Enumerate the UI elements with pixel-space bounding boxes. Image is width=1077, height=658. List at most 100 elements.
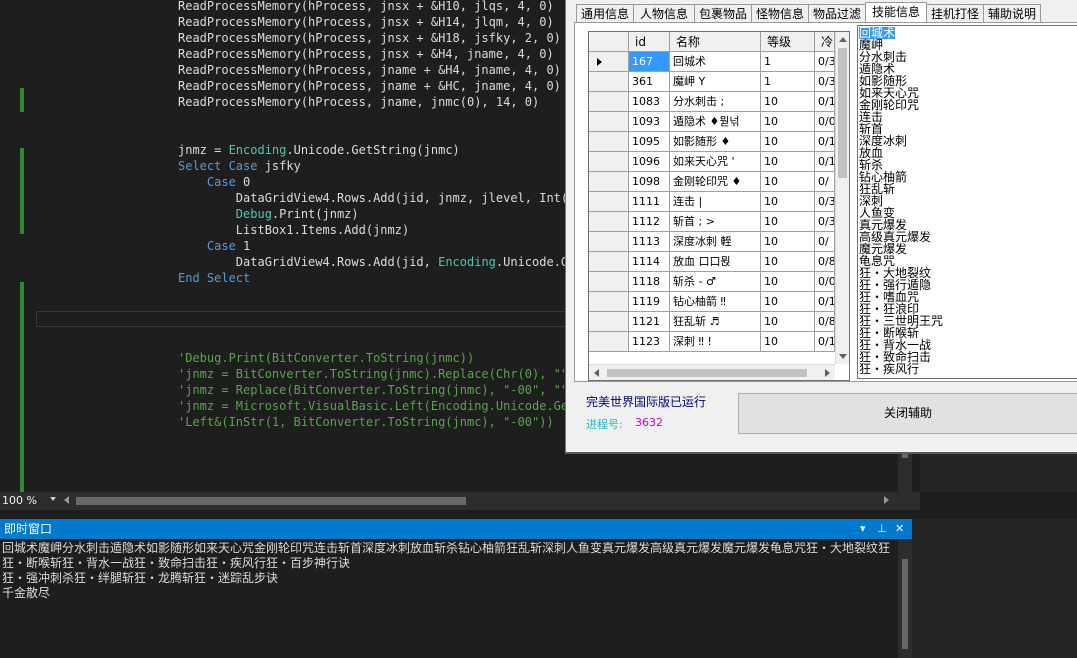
zoom-level[interactable]: 100 % <box>2 493 37 509</box>
grid-cell-name[interactable]: 钻心柚箭 ‼ <box>670 292 761 312</box>
grid-cell-id[interactable]: 1121 <box>629 312 670 332</box>
grid-cell-cd[interactable]: 0/3 <box>815 192 835 212</box>
grid-cell-level[interactable]: 10 <box>761 172 815 192</box>
skill-listbox[interactable]: 回城术 魔岬 分水刺击 遁隐术 如影随形 如来天心咒 金刚轮印咒 连击 斩首 深度冰刺 放血 斩杀 钻心… <box>857 25 1077 379</box>
row-header[interactable] <box>589 152 629 172</box>
grid-cell-cd[interactable]: 0/3 <box>815 212 835 232</box>
grid-header-cell[interactable]: 等级 <box>761 32 815 52</box>
row-header[interactable] <box>589 132 629 152</box>
grid-cell-cd[interactable]: 0/3 <box>815 72 835 92</box>
table-row[interactable]: 1123 深刺 ‼ ! 10 0/1 <box>589 332 835 352</box>
grid-cell-level[interactable]: 10 <box>761 292 815 312</box>
table-row[interactable]: 1098 金刚轮印咒 ♦ 10 0/ <box>589 172 835 192</box>
grid-cell-id[interactable]: 1098 <box>629 172 670 192</box>
row-header[interactable] <box>589 72 629 92</box>
tab-5[interactable]: 技能信息 <box>865 2 927 24</box>
grid-cell-level[interactable]: 10 <box>761 192 815 212</box>
scrollbar-thumb[interactable] <box>902 559 908 649</box>
row-header[interactable] <box>589 112 629 132</box>
grid-cell-cd[interactable]: 0/3 <box>815 52 835 72</box>
scroll-left-icon[interactable] <box>64 496 69 504</box>
scrollbar-thumb[interactable] <box>607 369 807 377</box>
grid-cell-level[interactable]: 10 <box>761 312 815 332</box>
grid-cell-cd[interactable]: 0/0 <box>815 272 835 292</box>
grid-cell-name[interactable]: 斩杀 - ♂ <box>670 272 761 292</box>
tab-1[interactable]: 人物信息 <box>633 4 695 23</box>
grid-cell-level[interactable]: 1 <box>761 72 815 92</box>
skill-grid[interactable]: id 名称 等级冷 167 回城术 1 0/3 361 魔岬 Y 1 0/3 1083 分水刺击 ; 10… <box>588 31 850 381</box>
grid-cell-id[interactable]: 1112 <box>629 212 670 232</box>
row-header[interactable] <box>589 192 629 212</box>
scroll-down-icon[interactable] <box>839 354 847 359</box>
close-icon[interactable]: ✕ <box>895 519 904 539</box>
grid-header-cell[interactable]: 名称 <box>670 32 761 52</box>
grid-cell-name[interactable]: 遁隐术 ♦뭗넊 <box>670 112 761 132</box>
grid-cell-cd[interactable]: 0/1 <box>815 132 835 152</box>
row-header[interactable] <box>589 272 629 292</box>
editor-vertical-scrollbar[interactable] <box>898 448 912 492</box>
grid-cell-cd[interactable]: 0/ <box>815 232 835 252</box>
grid-cell-name[interactable]: 深度冰刺 輊 <box>670 232 761 252</box>
table-row[interactable]: 167 回城术 1 0/3 <box>589 52 835 72</box>
grid-cell-cd[interactable]: 0/1 <box>815 92 835 112</box>
table-row[interactable]: 1112 斩首 ; >10 0/3 <box>589 212 835 232</box>
grid-cell-name[interactable]: 斩首 ; > <box>670 212 761 232</box>
grid-cell-level[interactable]: 10 <box>761 332 815 352</box>
grid-vertical-scrollbar[interactable] <box>835 32 849 364</box>
grid-cell-level[interactable]: 10 <box>761 212 815 232</box>
table-row[interactable]: 1111 连击 | 10 0/3 <box>589 192 835 212</box>
grid-cell-level[interactable]: 10 <box>761 272 815 292</box>
row-header[interactable] <box>589 332 629 352</box>
grid-cell-id[interactable]: 361 <box>629 72 670 92</box>
table-row[interactable]: 361 魔岬 Y 1 0/3 <box>589 72 835 92</box>
grid-cell-name[interactable]: 狂乱斩 ♬ <box>670 312 761 332</box>
row-header[interactable] <box>589 172 629 192</box>
grid-cell-id[interactable]: 1083 <box>629 92 670 112</box>
grid-cell-cd[interactable]: 0/ <box>815 172 835 192</box>
grid-cell-id[interactable]: 1096 <box>629 152 670 172</box>
row-header[interactable] <box>589 52 629 72</box>
grid-cell-cd[interactable]: 0/1 <box>815 152 835 172</box>
table-row[interactable]: 1113 深度冰刺 輊 10 0/ <box>589 232 835 252</box>
tab-4[interactable]: 物品过滤 <box>808 4 866 23</box>
list-item[interactable]: 狂・疾风行 <box>859 363 919 375</box>
tab-2[interactable]: 包裹物品 <box>694 4 752 23</box>
tab-0[interactable]: 通用信息 <box>576 4 634 23</box>
grid-cell-id[interactable]: 1093 <box>629 112 670 132</box>
immediate-vertical-scrollbar[interactable] <box>898 539 912 658</box>
table-row[interactable]: 1093 遁隐术 ♦뭗넊 10 0/0 <box>589 112 835 132</box>
immediate-window[interactable]: 回城术魔岬分水刺击遁隐术如影随形如来天心咒金刚轮印咒连击斩首深度冰刺放血斩杀钻心… <box>0 539 912 658</box>
scroll-right-icon[interactable] <box>884 496 889 504</box>
grid-cell-id[interactable]: 1113 <box>629 232 670 252</box>
grid-cell-cd[interactable]: 0/8 <box>815 252 835 272</box>
grid-cell-level[interactable]: 10 <box>761 232 815 252</box>
row-header[interactable] <box>589 232 629 252</box>
table-row[interactable]: 1118 斩杀 - ♂ 10 0/0 <box>589 272 835 292</box>
table-row[interactable]: 1083 分水刺击 ; 10 0/1 <box>589 92 835 112</box>
grid-cell-level[interactable]: 10 <box>761 92 815 112</box>
grid-cell-id[interactable]: 1111 <box>629 192 670 212</box>
scroll-up-icon[interactable] <box>839 37 847 42</box>
grid-header-cell[interactable]: 冷 <box>815 32 835 52</box>
zoom-dropdown-icon[interactable] <box>50 497 56 501</box>
table-row[interactable]: 1121 狂乱斩 ♬ 10 0/8 <box>589 312 835 332</box>
grid-cell-cd[interactable]: 0/0 <box>815 112 835 132</box>
grid-cell-level[interactable]: 10 <box>761 252 815 272</box>
scrollbar-thumb[interactable] <box>838 48 847 178</box>
table-row[interactable]: 1119 钻心柚箭 ‼ 10 0/1 <box>589 292 835 312</box>
scroll-left-icon[interactable] <box>594 369 599 377</box>
grid-cell-level[interactable]: 10 <box>761 112 815 132</box>
table-row[interactable]: 1114 放血 口口뮍 10 0/8 <box>589 252 835 272</box>
grid-cell-name[interactable]: 深刺 ‼ ! <box>670 332 761 352</box>
grid-cell-cd[interactable]: 0/1 <box>815 332 835 352</box>
grid-cell-cd[interactable]: 0/1 <box>815 292 835 312</box>
grid-cell-id[interactable]: 1119 <box>629 292 670 312</box>
grid-cell-id[interactable]: 1123 <box>629 332 670 352</box>
row-header[interactable] <box>589 212 629 232</box>
grid-horizontal-scrollbar[interactable] <box>589 364 835 380</box>
scroll-right-icon[interactable] <box>825 369 830 377</box>
table-row[interactable]: 1095 如影随形 ♦ 10 0/1 <box>589 132 835 152</box>
row-header[interactable] <box>589 292 629 312</box>
row-header[interactable] <box>589 312 629 332</box>
grid-cell-level[interactable]: 1 <box>761 52 815 72</box>
